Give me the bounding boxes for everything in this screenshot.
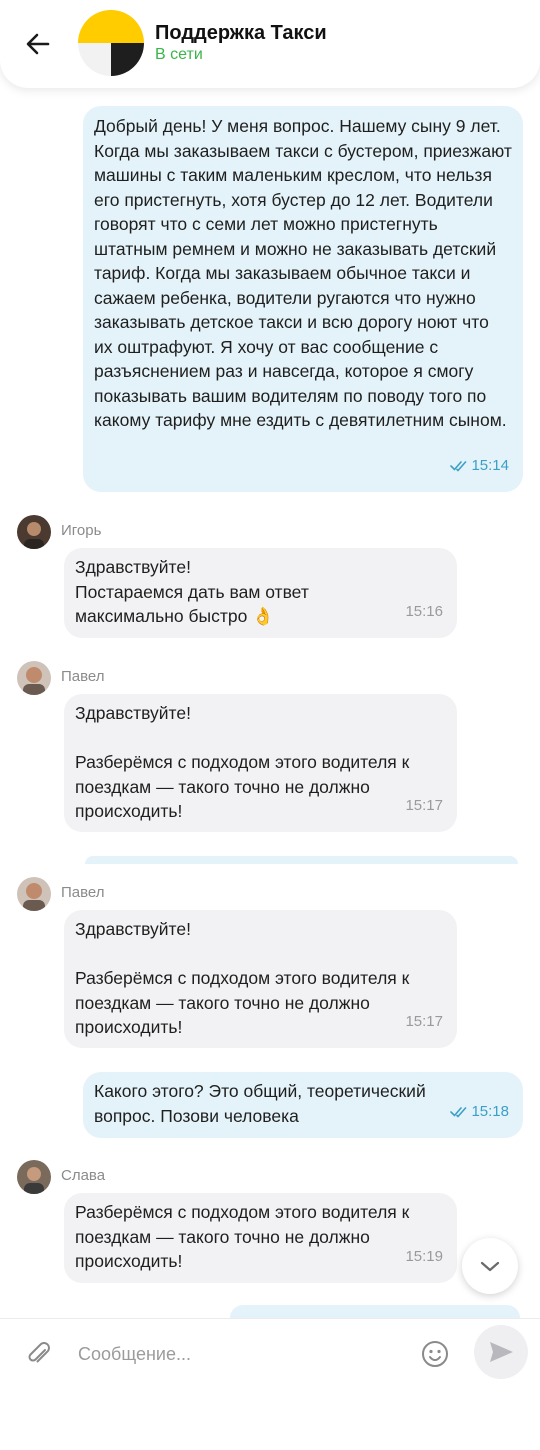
message-time: 15:16	[405, 602, 443, 620]
message-time: 15:18	[450, 1100, 509, 1125]
double-check-icon	[450, 1106, 467, 1118]
sender-name: Павел	[61, 668, 105, 685]
chevron-down-icon	[480, 1261, 500, 1272]
message-text: Какого этого? Это общий, теоретический в…	[94, 1081, 426, 1126]
sender-name: Игорь	[61, 522, 102, 539]
send-icon	[490, 1342, 513, 1362]
online-status: В сети	[155, 46, 203, 63]
send-button[interactable]	[474, 1325, 528, 1379]
sender-name: Павел	[61, 884, 105, 901]
emoji-icon[interactable]	[420, 1339, 450, 1369]
chat-header: Поддержка Такси В сети	[0, 0, 540, 88]
scroll-down-button[interactable]	[462, 1238, 518, 1294]
message-input[interactable]	[76, 1335, 400, 1373]
outgoing-message[interactable]: Добрый день! У меня вопрос. Нашему сыну …	[83, 106, 523, 492]
back-arrow-icon[interactable]	[22, 28, 54, 60]
paperclip-icon[interactable]	[24, 1339, 54, 1369]
message-time: 15:19	[405, 1247, 443, 1265]
message-text: Здравствуйте! Разберёмся с подходом этог…	[75, 703, 410, 821]
outgoing-message[interactable]: Какого этого? Это общий, теоретический в…	[83, 1072, 523, 1138]
message-time: 15:14	[450, 454, 509, 479]
yandex-taxi-logo[interactable]	[78, 10, 144, 76]
incoming-message[interactable]: Здравствуйте! Разберёмся с подходом этог…	[64, 694, 457, 832]
incoming-message[interactable]: Разберёмся с подходом этого водителя к п…	[64, 1193, 457, 1283]
message-time: 15:17	[405, 1012, 443, 1030]
avatar[interactable]	[17, 1160, 51, 1194]
message-composer	[0, 1318, 540, 1450]
chat-title: Поддержка Такси	[155, 22, 327, 44]
avatar[interactable]	[17, 515, 51, 549]
message-text: Добрый день! У меня вопрос. Нашему сыну …	[94, 116, 512, 430]
incoming-message[interactable]: Здравствуйте! Постараемся дать вам ответ…	[64, 548, 457, 638]
incoming-message[interactable]: Здравствуйте! Разберёмся с подходом этог…	[64, 910, 457, 1048]
message-text: Разберёмся с подходом этого водителя к п…	[75, 1202, 410, 1271]
sender-name: Слава	[61, 1167, 106, 1184]
outgoing-message-partial	[85, 856, 518, 864]
message-text: Здравствуйте! Постараемся дать вам ответ…	[75, 557, 309, 626]
message-time: 15:17	[405, 796, 443, 814]
avatar[interactable]	[17, 877, 51, 911]
double-check-icon	[450, 460, 467, 472]
avatar[interactable]	[17, 661, 51, 695]
outgoing-message-partial	[230, 1305, 520, 1318]
message-text: Здравствуйте! Разберёмся с подходом этог…	[75, 919, 410, 1037]
